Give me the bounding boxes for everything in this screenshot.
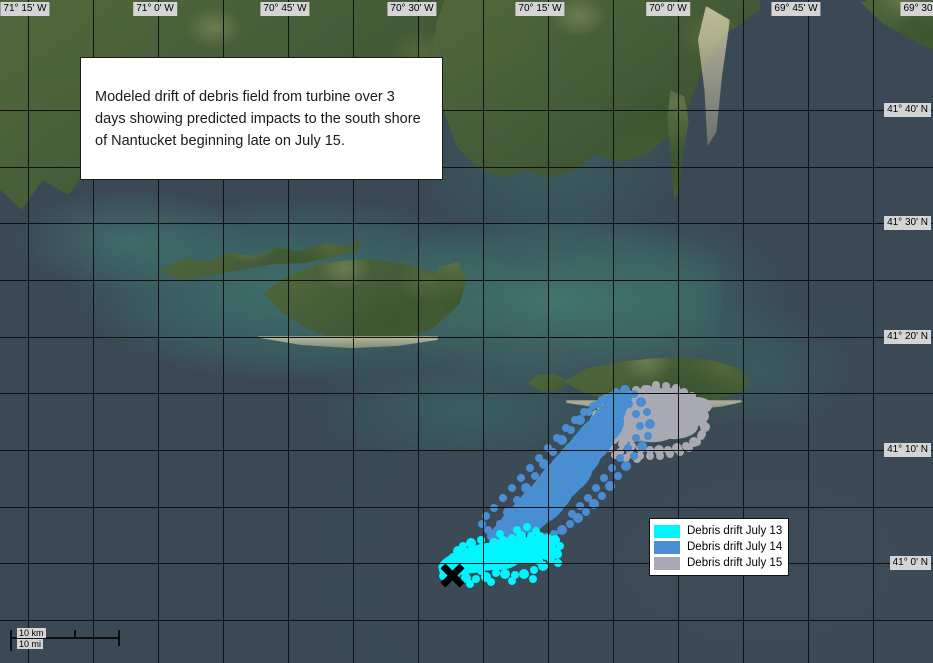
map-legend[interactable]: Debris drift July 13 Debris drift July 14…: [649, 518, 790, 576]
latitude-label-2: 41° 20' N: [884, 330, 931, 344]
debris-particle: [466, 580, 474, 588]
debris-particle: [483, 543, 491, 551]
scale-bar-mi-cap-left: [10, 639, 12, 651]
latitude-label-1: 41° 30' N: [884, 216, 931, 230]
graticule-top-tick-7: [483, 17, 484, 26]
legend-label-2: Debris drift July 15: [687, 557, 783, 569]
scale-bar: 10 km 10 mi: [8, 626, 120, 656]
debris-particle: [466, 551, 474, 559]
longitude-label-3: 70° 30' W: [387, 2, 437, 16]
graticule-top-tick-12: [808, 17, 809, 26]
debris-particle: [519, 569, 529, 579]
scale-bar-km-cap-mid: [74, 630, 76, 639]
longitude-label-4: 70° 15' W: [515, 2, 565, 16]
longitude-label-5: 70° 0' W: [646, 2, 690, 16]
debris-particle: [530, 566, 538, 574]
debris-particle: [508, 534, 516, 542]
graticule-top-tick-0: [28, 17, 29, 26]
graticule-top-tick-10: [678, 17, 679, 26]
callout-textbox[interactable]: Modeled drift of debris field from turbi…: [80, 57, 443, 180]
turbine-site-marker[interactable]: [439, 562, 466, 589]
longitude-label-6: 69° 45' W: [771, 2, 821, 16]
debris-particle: [466, 538, 476, 548]
graticule-top-tick-1: [93, 17, 94, 26]
legend-swatch-1: [654, 540, 680, 554]
debris-particle: [475, 547, 483, 555]
latitude-label-3: 41° 10' N: [884, 443, 931, 457]
debris-particle: [508, 577, 516, 585]
graticule-top-tick-9: [613, 17, 614, 26]
graticule-top-tick-5: [353, 17, 354, 26]
graticule-parallel-6: [0, 450, 933, 451]
graticule-parallel-3: [0, 280, 933, 281]
graticule-top-tick-13: [873, 17, 874, 26]
legend-item-1[interactable]: Debris drift July 14: [654, 539, 782, 555]
debris-particle: [532, 527, 540, 535]
graticule-right-tick-3: [923, 280, 933, 281]
legend-label-0: Debris drift July 13: [687, 525, 783, 537]
graticule-top-tick-11: [743, 17, 744, 26]
graticule-right-tick-1: [923, 167, 933, 168]
graticule-top-tick-2: [158, 17, 159, 26]
scale-bar-km-label: 10 km: [17, 628, 46, 638]
graticule-parallel-7: [0, 507, 933, 508]
graticule-parallel-5: [0, 393, 933, 394]
longitude-label-7: 69° 30: [900, 2, 933, 16]
graticule-parallel-2: [0, 223, 933, 224]
debris-particle: [492, 569, 500, 577]
debris-particle: [487, 578, 495, 586]
callout-text: Modeled drift of debris field from turbi…: [95, 88, 421, 149]
legend-item-0[interactable]: Debris drift July 13: [654, 523, 782, 539]
graticule-top-tick-3: [223, 17, 224, 26]
graticule-top-tick-4: [288, 17, 289, 26]
latitude-label-0: 41° 40' N: [884, 103, 931, 117]
graticule-parallel-9: [0, 620, 933, 621]
longitude-label-0: 71° 15' W: [0, 2, 50, 16]
debris-particle: [523, 523, 531, 531]
legend-label-1: Debris drift July 14: [687, 541, 783, 553]
debris-particle: [458, 553, 466, 561]
legend-swatch-2: [654, 556, 680, 570]
longitude-label-2: 70° 45' W: [260, 2, 310, 16]
debris-particle: [496, 530, 504, 538]
scale-bar-km-cap-right: [118, 630, 120, 646]
debris-particle: [548, 544, 556, 552]
latitude-label-4: 41° 0' N: [889, 556, 931, 570]
graticule-right-tick-9: [923, 620, 933, 621]
legend-item-2[interactable]: Debris drift July 15: [654, 555, 782, 571]
graticule-right-tick-5: [923, 393, 933, 394]
map-canvas[interactable]: 71° 15' W 71° 0' W 70° 45' W 70° 30' W 70° 1…: [0, 0, 933, 663]
debris-particle: [540, 541, 548, 549]
graticule-top-tick-8: [548, 17, 549, 26]
debris-particle: [513, 526, 521, 534]
graticule-parallel-8: [0, 563, 933, 564]
scale-bar-mi-label: 10 mi: [17, 639, 44, 649]
graticule-top-tick-6: [418, 17, 419, 26]
legend-swatch-0: [654, 524, 680, 538]
graticule-right-tick-7: [923, 507, 933, 508]
debris-particle: [529, 575, 537, 583]
longitude-label-1: 71° 0' W: [133, 2, 177, 16]
graticule-parallel-4: [0, 337, 933, 338]
